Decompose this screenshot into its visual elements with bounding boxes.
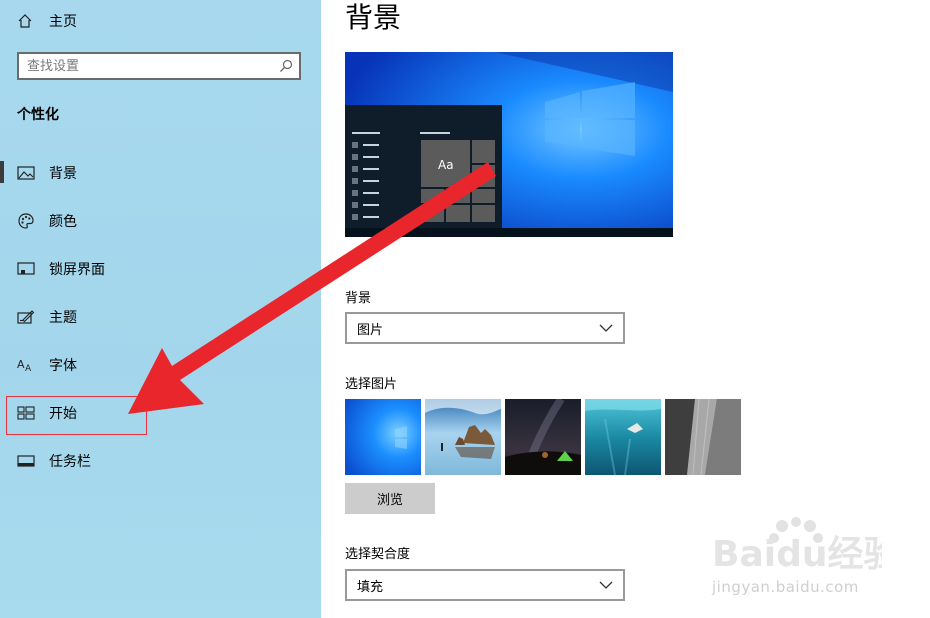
- sidebar-item-label: 任务栏: [49, 454, 91, 470]
- browse-button[interactable]: 浏览: [345, 483, 435, 514]
- thumbnail-underwater[interactable]: [585, 399, 661, 475]
- thumbnail-windows-default[interactable]: [345, 399, 421, 475]
- chevron-down-icon: [599, 324, 613, 332]
- lock-screen-icon: [17, 260, 35, 278]
- fit-dropdown[interactable]: 填充: [345, 569, 625, 601]
- search-input[interactable]: [27, 57, 267, 75]
- sidebar-item-label: 背景: [49, 166, 77, 182]
- sidebar-item-taskbar[interactable]: 任务栏: [17, 449, 91, 473]
- home-link[interactable]: 主页: [17, 10, 77, 32]
- background-dropdown[interactable]: 图片: [345, 312, 625, 344]
- thumbnail-beach-rocks[interactable]: [425, 399, 501, 475]
- sidebar-item-label: 字体: [49, 358, 77, 374]
- background-label: 背景: [345, 291, 372, 306]
- sidebar: 主页 个性化 背景 颜色 锁屏界面 主题 AA: [0, 0, 321, 618]
- sidebar-item-lock-screen[interactable]: 锁屏界面: [17, 257, 105, 281]
- sidebar-item-background[interactable]: 背景: [17, 161, 77, 185]
- sidebar-item-label: 主题: [49, 310, 77, 326]
- chevron-down-icon: [599, 581, 613, 589]
- svg-text:A: A: [17, 358, 25, 371]
- sidebar-item-colors[interactable]: 颜色: [17, 209, 77, 233]
- selection-indicator: [0, 161, 4, 183]
- home-icon: [18, 14, 32, 28]
- home-label: 主页: [49, 14, 77, 30]
- desktop-preview: Aa: [345, 52, 673, 237]
- watermark-logo-text: Baidu经验: [712, 534, 882, 575]
- fit-dropdown-value: 填充: [357, 579, 384, 595]
- font-icon: AA: [17, 356, 35, 374]
- taskbar-icon: [17, 452, 35, 470]
- picture-thumbnails: [345, 399, 741, 475]
- palette-icon: [17, 212, 35, 230]
- sidebar-item-label: 颜色: [49, 214, 77, 230]
- background-dropdown-value: 图片: [357, 322, 384, 338]
- highlight-box: [6, 396, 147, 435]
- fit-label: 选择契合度: [345, 547, 411, 562]
- thumbnail-rock-cliff[interactable]: [665, 399, 741, 475]
- choose-picture-label: 选择图片: [345, 377, 398, 392]
- page-title: 背景: [345, 1, 402, 34]
- svg-text:A: A: [25, 364, 32, 373]
- sidebar-item-label: 锁屏界面: [49, 262, 105, 278]
- thumbnail-night-sky[interactable]: [505, 399, 581, 475]
- sidebar-item-fonts[interactable]: AA 字体: [17, 353, 77, 377]
- theme-icon: [17, 308, 35, 326]
- search-box[interactable]: [17, 52, 301, 80]
- picture-icon: [17, 164, 35, 182]
- search-icon[interactable]: [279, 59, 293, 73]
- preview-tile-text: Aa: [438, 158, 454, 172]
- section-title: 个性化: [17, 107, 59, 123]
- sidebar-item-themes[interactable]: 主题: [17, 305, 77, 329]
- watermark-url: jingyan.baidu.com: [712, 578, 859, 596]
- baidu-watermark-logo: Baidu经验: [712, 517, 882, 575]
